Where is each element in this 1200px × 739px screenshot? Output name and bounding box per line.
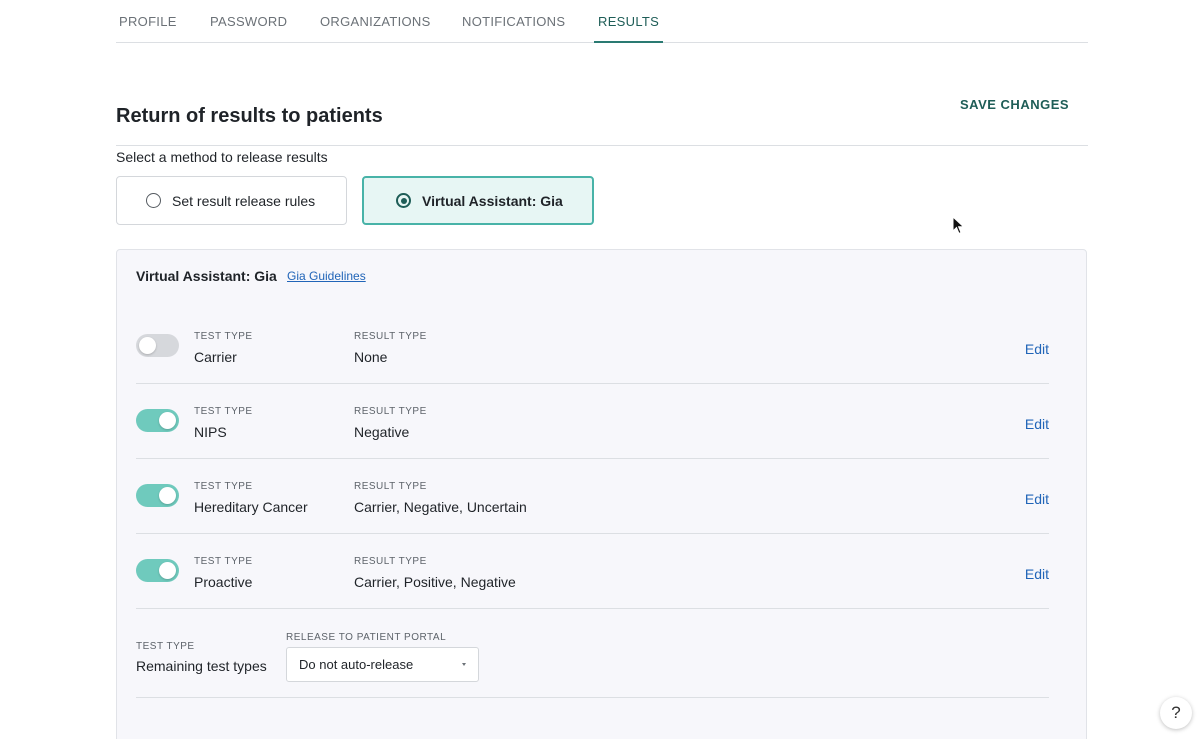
test-type-caption: TEST TYPE [194, 556, 253, 567]
option-set-result-release-rules[interactable]: Set result release rules [116, 176, 347, 225]
select-value: Do not auto-release [299, 657, 414, 672]
test-type-value: Hereditary Cancer [194, 499, 308, 515]
result-type-value: Carrier, Negative, Uncertain [354, 499, 527, 515]
edit-link[interactable]: Edit [1025, 566, 1049, 582]
release-to-portal-caption: RELEASE TO PATIENT PORTAL [286, 632, 447, 643]
toggle-switch[interactable] [136, 334, 179, 357]
test-type-caption: TEST TYPE [194, 331, 253, 342]
remaining-test-types-row: TEST TYPE Remaining test types RELEASE T… [136, 609, 1049, 698]
toggle-switch[interactable] [136, 484, 179, 507]
test-type-value: NIPS [194, 424, 227, 440]
divider [116, 145, 1088, 146]
result-type-value: None [354, 349, 388, 365]
edit-link[interactable]: Edit [1025, 341, 1049, 357]
test-type-caption: TEST TYPE [136, 641, 195, 652]
release-to-portal-select[interactable]: Do not auto-release [286, 647, 479, 682]
result-type-caption: RESULT TYPE [354, 331, 427, 342]
tab-password[interactable]: PASSWORD [210, 14, 287, 43]
toggle-knob [159, 412, 176, 429]
toggle-knob [159, 487, 176, 504]
radio-selected-icon[interactable] [396, 193, 411, 208]
result-type-caption: RESULT TYPE [354, 556, 427, 567]
option-label: Set result release rules [172, 192, 316, 209]
edit-link[interactable]: Edit [1025, 491, 1049, 507]
toggle-switch[interactable] [136, 409, 179, 432]
tab-profile[interactable]: PROFILE [119, 14, 177, 43]
test-type-row-hereditary-cancer: TEST TYPE Hereditary Cancer RESULT TYPE … [136, 459, 1049, 534]
option-virtual-assistant-gia[interactable]: Virtual Assistant: Gia [362, 176, 594, 225]
toggle-knob [159, 562, 176, 579]
mouse-cursor-icon [952, 216, 965, 235]
save-changes-button[interactable]: SAVE CHANGES [960, 97, 1069, 112]
remaining-test-types-label: Remaining test types [136, 658, 267, 674]
toggle-switch[interactable] [136, 559, 179, 582]
toggle-knob [139, 337, 156, 354]
page-title: Return of results to patients [116, 105, 383, 127]
test-type-row-nips: TEST TYPE NIPS RESULT TYPE Negative Edit [136, 384, 1049, 459]
result-type-caption: RESULT TYPE [354, 481, 427, 492]
test-type-value: Proactive [194, 574, 253, 590]
result-type-caption: RESULT TYPE [354, 406, 427, 417]
test-type-caption: TEST TYPE [194, 481, 253, 492]
result-type-value: Carrier, Positive, Negative [354, 574, 516, 590]
tab-results[interactable]: RESULTS [594, 14, 664, 43]
panel-title: Virtual Assistant: Gia [136, 268, 277, 284]
test-type-row-carrier: TEST TYPE Carrier RESULT TYPE None Edit [136, 309, 1049, 384]
tab-notifications[interactable]: NOTIFICATIONS [462, 14, 565, 43]
gia-settings-panel: Virtual Assistant: Gia Gia Guidelines TE… [116, 249, 1087, 739]
test-type-caption: TEST TYPE [194, 406, 253, 417]
settings-tabs: PROFILE PASSWORD ORGANIZATIONS NOTIFICAT… [116, 0, 1088, 43]
test-type-row-proactive: TEST TYPE Proactive RESULT TYPE Carrier,… [136, 534, 1049, 609]
tab-organizations[interactable]: ORGANIZATIONS [320, 14, 431, 43]
gia-guidelines-link[interactable]: Gia Guidelines [287, 269, 366, 283]
radio-unselected-icon[interactable] [146, 193, 161, 208]
result-type-value: Negative [354, 424, 410, 440]
release-method-prompt: Select a method to release results [116, 149, 328, 165]
dropdown-arrow-icon [462, 663, 466, 666]
test-type-value: Carrier [194, 349, 237, 365]
edit-link[interactable]: Edit [1025, 416, 1049, 432]
option-label: Virtual Assistant: Gia [422, 192, 563, 209]
help-button[interactable]: ? [1160, 697, 1192, 729]
